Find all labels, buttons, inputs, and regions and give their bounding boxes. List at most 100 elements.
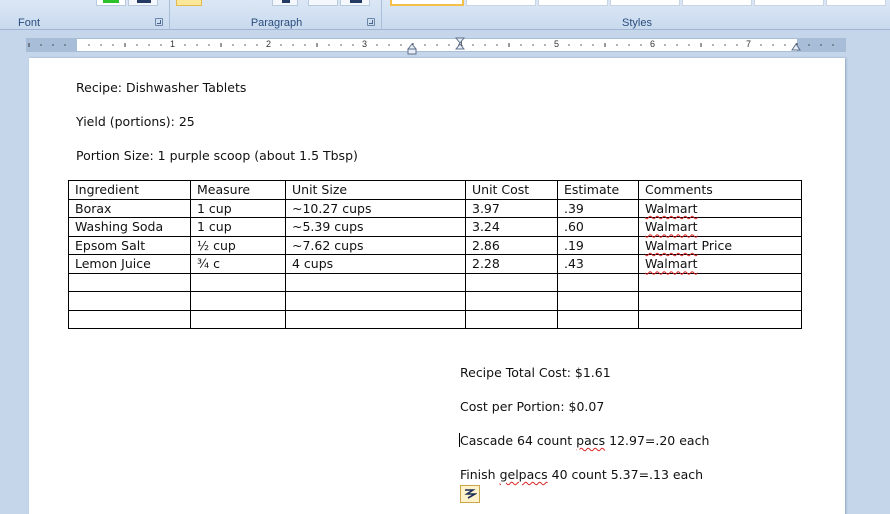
ingredients-table[interactable]: Ingredient Measure Unit Size Unit Cost Estim… [68,180,802,329]
finish-line: Finish gelpacs 40 count 5.37=.13 each [460,467,703,482]
table-cell[interactable]: Washing Soda [68,217,191,237]
table-cell[interactable]: ¾ c [190,254,286,274]
table-cell[interactable] [285,272,466,292]
table-cell[interactable] [465,291,558,311]
style-tile-more[interactable] [826,0,886,6]
table-row [68,272,802,292]
paragraph-group: Paragraph [172,0,382,30]
document-page[interactable]: Recipe: Dishwasher Tablets Yield (portio… [29,58,845,514]
table-cell[interactable] [190,291,286,311]
table-cell[interactable]: Walmart Price [638,235,802,255]
style-tile-normal[interactable] [390,0,464,6]
table-header-row: Ingredient Measure Unit Size Unit Cost Estim… [68,180,802,200]
table-cell[interactable]: ~10.27 cups [285,198,466,218]
table-cell[interactable] [465,272,558,292]
cascade-line: Cascade 64 count pacs 12.97=.20 each [459,433,709,448]
style-tile-no-spacing[interactable] [466,0,536,6]
table-header-cell: Ingredient [68,180,191,200]
table-cell[interactable]: 1 cup [190,198,286,218]
table-row: Epsom Salt ½ cup ~7.62 cups 2.86.19 Walmart … [68,235,802,255]
spelling-flagged-word[interactable]: Walmart [645,219,698,234]
table-cell[interactable]: .39 [557,198,639,218]
table-cell[interactable] [68,272,191,292]
table-cell[interactable]: Walmart [638,217,802,237]
font-color-button[interactable] [96,0,126,6]
portion-size-line: Portion Size: 1 purple scoop (about 1.5 … [76,148,358,163]
borders-button[interactable] [308,0,338,6]
table-cell[interactable]: Lemon Juice [68,254,191,274]
align-button[interactable] [176,0,202,6]
autocorrect-options-icon[interactable] [460,485,480,503]
ruler-number: 7 [746,39,752,49]
table-cell[interactable]: ~7.62 cups [285,235,466,255]
table-header-cell: Measure [190,180,286,200]
table-cell[interactable] [557,291,639,311]
font-group: Font [0,0,170,30]
table-cell[interactable]: .19 [557,235,639,255]
table-cell[interactable] [285,309,466,329]
table-cell[interactable]: Walmart [638,198,802,218]
cost-per-portion-line: Cost per Portion: $0.07 [460,399,605,414]
finish-text: Finish gelpacs 40 count 5.37=.13 each [460,467,704,482]
table-cell[interactable]: 1 cup [190,217,286,237]
spelling-flagged-word[interactable]: pacs [576,433,605,448]
table-cell[interactable]: 4 cups [285,254,466,274]
table-cell[interactable] [68,309,191,329]
table-cell[interactable]: ½ cup [190,235,286,255]
table-row: Washing Soda 1 cup ~5.39 cups 3.24.60 Walmar… [68,217,802,237]
table-cell[interactable] [465,309,558,329]
recipe-total-cost-line: Recipe Total Cost: $1.61 [460,365,611,380]
table-cell[interactable]: 3.97 [465,198,558,218]
ruler-number: 6 [650,39,656,49]
right-indent-marker-icon[interactable] [791,41,801,51]
spelling-flagged-word[interactable]: Walmart [645,238,698,253]
table-cell[interactable]: 2.28 [465,254,558,274]
table-cell[interactable]: 2.86 [465,235,558,255]
styles-group: Styles [384,0,890,30]
table-cell[interactable] [190,272,286,292]
first-line-indent-marker-icon[interactable] [407,41,417,55]
highlight-button[interactable] [128,0,158,6]
horizontal-ruler[interactable]: 1234567 [26,37,846,55]
borders-dropdown-button[interactable] [340,0,370,6]
table-row: Borax 1 cup ~10.27 cups 3.97.39 Walmart [68,198,802,218]
yield-line: Yield (portions): 25 [76,114,195,129]
table-row [68,309,802,329]
styles-group-label: Styles [622,17,652,29]
spelling-flagged-word[interactable]: Walmart [645,256,698,271]
style-tile-subtitle[interactable] [754,0,824,6]
font-dialog-launcher-icon[interactable] [155,18,163,26]
table-cell[interactable]: .60 [557,217,639,237]
table-cell[interactable] [638,272,802,292]
tab-stop-marker-icon[interactable] [455,37,465,51]
table-header-cell: Estimate [557,180,639,200]
table-cell[interactable] [638,309,802,329]
ruler-number: 5 [554,39,560,49]
table-cell[interactable] [190,309,286,329]
table-cell[interactable] [557,272,639,292]
spelling-flagged-word[interactable]: Walmart [645,201,698,216]
cascade-text: Cascade 64 count pacs 12.97=.20 each [460,433,710,448]
paragraph-group-label: Paragraph [250,17,303,29]
table-cell[interactable] [68,291,191,311]
table-cell[interactable] [638,291,802,311]
ruler-number: 2 [266,39,272,49]
spelling-flagged-word[interactable]: gelpacs [500,467,548,482]
table-cell[interactable]: Epsom Salt [68,235,191,255]
table-cell[interactable] [285,291,466,311]
paragraph-dialog-launcher-icon[interactable] [367,18,375,26]
table-cell[interactable]: 3.24 [465,217,558,237]
style-tile-heading-2[interactable] [610,0,680,6]
table-cell[interactable]: ~5.39 cups [285,217,466,237]
ribbon: Font Paragraph Styles [0,0,890,30]
table-cell[interactable]: Walmart [638,254,802,274]
shading-button[interactable] [272,0,298,6]
table-cell[interactable]: .43 [557,254,639,274]
table-cell[interactable] [557,309,639,329]
table-header-cell: Comments [638,180,802,200]
recipe-title-line: Recipe: Dishwasher Tablets [76,80,247,95]
style-tile-title[interactable] [682,0,752,6]
table-cell[interactable]: Borax [68,198,191,218]
table-header-cell: Unit Size [285,180,466,200]
style-tile-heading-1[interactable] [538,0,608,6]
